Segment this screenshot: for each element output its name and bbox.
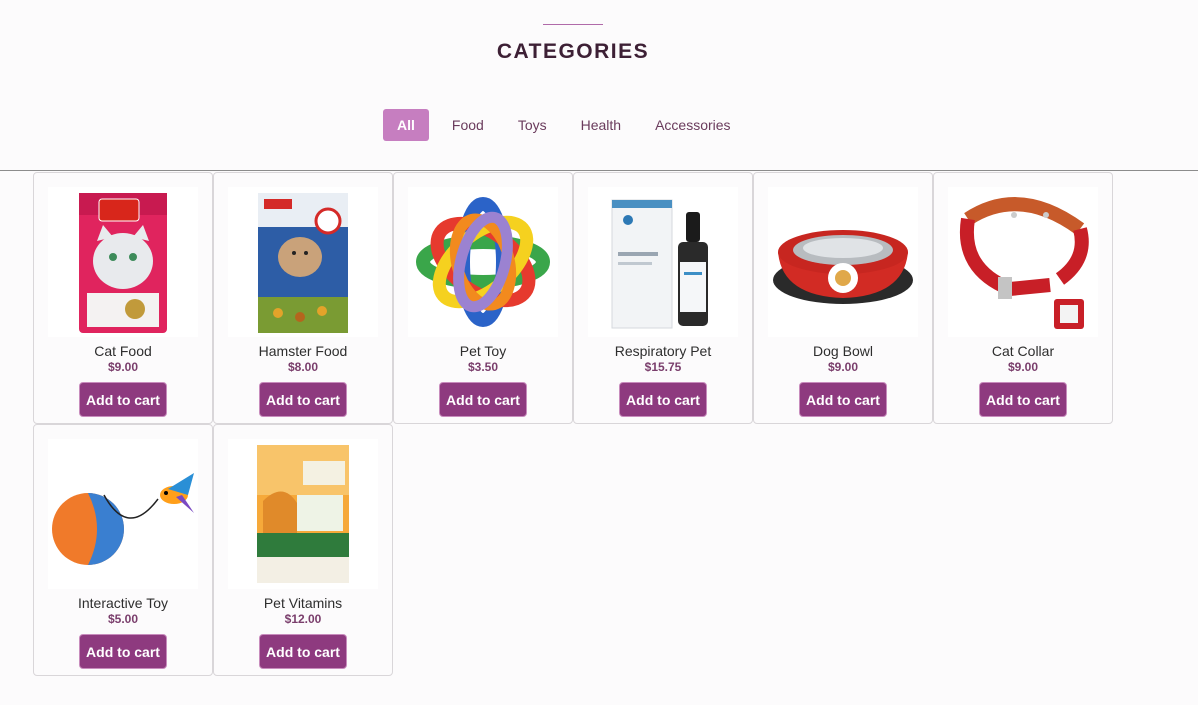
- cat-food-bag-icon[interactable]: [48, 187, 198, 337]
- product-price: $9.00: [1007, 360, 1039, 374]
- add-to-cart-button[interactable]: Add to cart: [79, 382, 167, 417]
- add-to-cart-button[interactable]: Add to cart: [619, 382, 707, 417]
- product-name: Pet Toy: [459, 343, 507, 359]
- product-name: Cat Food: [94, 343, 152, 359]
- product-card: Pet Vitamins $12.00 Add to cart: [213, 424, 393, 676]
- title-accent-line: [543, 24, 603, 25]
- product-price: $12.00: [284, 612, 322, 626]
- add-to-cart-button[interactable]: Add to cart: [259, 634, 347, 669]
- product-card: Cat Food $9.00 Add to cart: [33, 172, 213, 424]
- product-card: Pet Toy $3.50 Add to cart: [393, 172, 573, 424]
- interactive-ball-toy-icon[interactable]: [48, 439, 198, 589]
- product-price: $9.00: [827, 360, 859, 374]
- product-price: $8.00: [287, 360, 319, 374]
- product-price: $5.00: [107, 612, 139, 626]
- category-tabs: All Food Toys Health Accessories: [383, 109, 754, 141]
- add-to-cart-button[interactable]: Add to cart: [79, 634, 167, 669]
- product-price: $9.00: [107, 360, 139, 374]
- product-card: Interactive Toy $5.00 Add to cart: [33, 424, 213, 676]
- product-price: $15.75: [644, 360, 682, 374]
- product-grid: Cat Food $9.00 Add to cart Hamster Food …: [33, 172, 1115, 676]
- dog-bowl-icon[interactable]: [768, 187, 918, 337]
- product-name: Pet Vitamins: [263, 595, 343, 611]
- add-to-cart-button[interactable]: Add to cart: [439, 382, 527, 417]
- hamster-food-bag-icon[interactable]: [228, 187, 378, 337]
- add-to-cart-button[interactable]: Add to cart: [259, 382, 347, 417]
- rubber-ball-toy-icon[interactable]: [408, 187, 558, 337]
- product-price: $3.50: [467, 360, 499, 374]
- section-divider: [0, 170, 1198, 171]
- product-name: Hamster Food: [258, 343, 348, 359]
- add-to-cart-button[interactable]: Add to cart: [799, 382, 887, 417]
- tab-all[interactable]: All: [383, 109, 429, 141]
- product-name: Cat Collar: [991, 343, 1055, 359]
- page-title: CATEGORIES: [496, 40, 650, 63]
- tab-health[interactable]: Health: [570, 109, 632, 141]
- product-card: Dog Bowl $9.00 Add to cart: [753, 172, 933, 424]
- tab-toys[interactable]: Toys: [507, 109, 558, 141]
- tab-food[interactable]: Food: [441, 109, 495, 141]
- medicine-bottle-icon[interactable]: [588, 187, 738, 337]
- add-to-cart-button[interactable]: Add to cart: [979, 382, 1067, 417]
- product-name: Dog Bowl: [813, 343, 873, 359]
- product-name: Interactive Toy: [77, 595, 168, 611]
- product-name: Respiratory Pet: [614, 343, 712, 359]
- product-card: Cat Collar $9.00 Add to cart: [933, 172, 1113, 424]
- product-card: Hamster Food $8.00 Add to cart: [213, 172, 393, 424]
- collar-icon[interactable]: [948, 187, 1098, 337]
- product-card: Respiratory Pet $15.75 Add to cart: [573, 172, 753, 424]
- flea-tick-pack-icon[interactable]: [228, 439, 378, 589]
- tab-accessories[interactable]: Accessories: [644, 109, 741, 141]
